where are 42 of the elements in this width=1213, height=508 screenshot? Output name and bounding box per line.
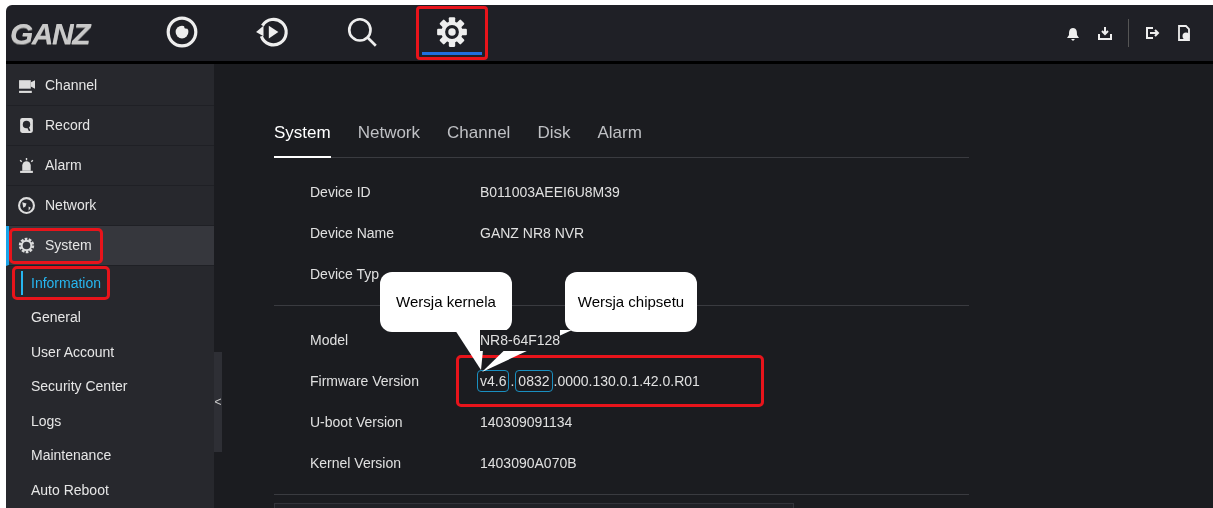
help-document-icon[interactable]	[1176, 25, 1192, 41]
sidebar-subitem[interactable]: Auto Reboot	[12, 473, 118, 508]
field-label: Device Name	[310, 223, 396, 243]
sidebar-subitem[interactable]: Information	[12, 266, 111, 301]
sidebar-subitem[interactable]: Logs	[12, 404, 71, 439]
tab[interactable]: Channel	[447, 120, 511, 158]
field-label: Device ID	[310, 182, 372, 202]
sidebar-subitem[interactable]: User Account	[12, 335, 124, 370]
tab[interactable]: Network	[357, 120, 421, 158]
siren-icon	[18, 157, 35, 174]
sidebar-item[interactable]: System	[6, 226, 214, 266]
record-icon	[165, 14, 199, 49]
field-label: Kernel Version	[310, 453, 403, 473]
field-label: Device Typ	[310, 264, 380, 284]
gear-icon	[18, 237, 35, 254]
sidebar-subitem[interactable]: Security Center	[12, 369, 137, 404]
sidebar-label: System	[45, 236, 92, 255]
field-label: Model	[310, 330, 350, 350]
globe-icon	[18, 197, 35, 214]
download-icon[interactable]	[1097, 25, 1113, 41]
settings-icon	[435, 14, 469, 49]
callout: Wersja chipsetu	[565, 272, 697, 332]
sidebar-item[interactable]: Channel	[6, 66, 214, 106]
field-label: U-boot Version	[310, 412, 404, 432]
sidebar-subitem[interactable]: Maintenance	[12, 438, 121, 473]
field-value: NR8-64F128	[480, 329, 561, 351]
tab[interactable]: Alarm	[597, 120, 642, 158]
field-value: v4.6 . 0832 .0000.130.0.1.42.0.R01	[477, 370, 701, 392]
sidebar-subitem[interactable]: General	[12, 300, 90, 335]
sidebar-label: Alarm	[45, 156, 82, 175]
tab[interactable]: System	[274, 120, 331, 158]
collapse-handle[interactable]: <	[214, 352, 222, 452]
sidebar-label: Network	[45, 196, 97, 215]
field-label: Firmware Version	[310, 371, 420, 391]
logout-icon[interactable]	[1144, 25, 1160, 41]
sidebar-label: Channel	[45, 76, 98, 95]
logo: GANZ	[9, 15, 92, 52]
sidebar-label: Record	[45, 116, 91, 135]
sidebar-item[interactable]: Record	[6, 106, 214, 146]
camera-icon	[18, 77, 35, 94]
tab[interactable]: Disk	[537, 120, 571, 158]
bell-icon[interactable]	[1065, 25, 1081, 41]
